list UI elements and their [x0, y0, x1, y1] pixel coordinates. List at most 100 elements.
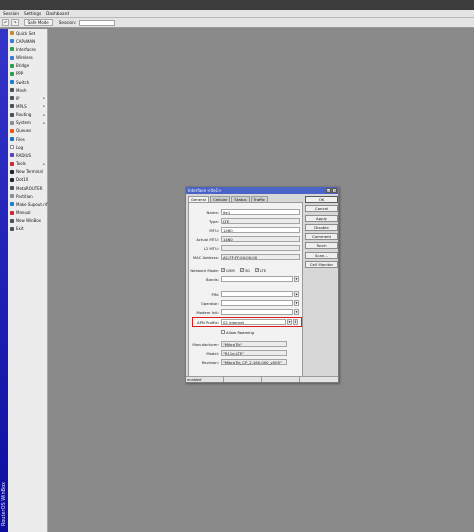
window-title-bar[interactable]: Interface <lte1> ▫ ×: [186, 187, 338, 194]
apn-profile-select[interactable]: 02 internet: [221, 319, 286, 325]
winbox-brand: RouterOS WinBox: [1, 482, 7, 526]
sidebar-item-files[interactable]: Files: [8, 135, 47, 143]
sidebar-item-label: Wireless: [16, 55, 33, 61]
interface-window: Interface <lte1> ▫ × General Cellular St…: [185, 186, 339, 383]
sidebar-item-ip[interactable]: IP ▸: [8, 94, 47, 102]
name-row: Name: lte1: [189, 209, 302, 215]
allow-roaming-row: Allow Roaming: [189, 329, 302, 335]
sidebar-item-wireless[interactable]: Wireless: [8, 53, 47, 61]
minimize-icon[interactable]: ▫: [326, 188, 331, 193]
allow-roaming-label: Allow Roaming: [226, 329, 255, 335]
3g-checkbox[interactable]: ✓ 3G: [239, 267, 250, 273]
radius-icon: [10, 153, 14, 158]
sidebar-item-label: Dot1X: [16, 177, 29, 183]
system-icon: [10, 120, 14, 125]
sidebar-item-manual[interactable]: Manual: [8, 208, 47, 216]
sidebar-item-label: MPLS: [16, 103, 27, 109]
sidebar-item-label: New Terminal: [16, 169, 43, 175]
modem-init-label: Modem Init:: [196, 309, 219, 315]
disable-button[interactable]: Disable: [305, 223, 338, 231]
lte-checkbox[interactable]: ✓ LTE: [255, 268, 266, 273]
cell-monitor-button[interactable]: Cell Monitor: [305, 261, 338, 269]
type-label: Type:: [209, 218, 219, 224]
close-icon[interactable]: ×: [332, 188, 337, 193]
sidebar-item-ppp[interactable]: PPP: [8, 70, 47, 78]
mac-row: MAC Address: AC:FF:FF:00:00:00: [189, 254, 302, 260]
modem-init-dropdown-icon[interactable]: ▾: [294, 309, 299, 315]
comment-button[interactable]: Comment: [305, 233, 338, 241]
menu-settings[interactable]: Settings: [24, 11, 41, 16]
operator-dropdown-icon[interactable]: ▾: [294, 300, 299, 306]
3g-label: 3G: [244, 267, 250, 273]
menu-session[interactable]: Session: [3, 11, 19, 16]
check-icon: ✓: [239, 268, 244, 272]
name-input[interactable]: lte1: [221, 209, 300, 215]
mac-value: AC:FF:FF:00:00:00: [221, 254, 300, 260]
terminal-icon: [10, 169, 14, 174]
sidebar-item-tools[interactable]: Tools ▸: [8, 160, 47, 168]
sidebar-item-switch[interactable]: Switch: [8, 78, 47, 86]
torch-button[interactable]: Torch: [305, 242, 338, 250]
sidebar-item-routing[interactable]: Routing ▸: [8, 111, 47, 119]
menu-dashboard[interactable]: Dashboard: [46, 11, 69, 16]
model-row: Model: "R11e-LTE": [189, 350, 302, 356]
gsm-label: GSM: [226, 267, 235, 273]
operator-input[interactable]: [221, 300, 293, 306]
undo-button[interactable]: ↶: [2, 19, 10, 26]
sidebar-item-radius[interactable]: RADIUS: [8, 151, 47, 159]
actual-mtu-value: 1460: [221, 236, 300, 242]
sidebar-item-mpls[interactable]: MPLS ▸: [8, 102, 47, 110]
mpls-icon: [10, 104, 14, 109]
bands-select[interactable]: [221, 276, 293, 282]
mtu-input[interactable]: 1460: [221, 227, 300, 233]
redo-button[interactable]: ↷: [11, 19, 19, 26]
sidebar-item-partition[interactable]: Partition: [8, 192, 47, 200]
partition-icon: [10, 194, 14, 199]
session-input[interactable]: [79, 19, 116, 26]
bands-row: Bands: ▾: [189, 276, 302, 282]
sidebar-item-dot1x[interactable]: Dot1X: [8, 176, 47, 184]
pin-input[interactable]: [221, 291, 293, 297]
cancel-button[interactable]: Cancel: [305, 205, 338, 213]
operator-label: Operator:: [200, 300, 219, 306]
quick-set-icon: [10, 31, 14, 36]
queues-icon: [10, 128, 14, 133]
apn-profile-updown-icon[interactable]: ⇕: [293, 319, 298, 325]
sidebar-item-bridge[interactable]: Bridge: [8, 62, 47, 70]
pin-dropdown-icon[interactable]: ▴: [294, 291, 299, 297]
submenu-arrow-icon: ▸: [43, 120, 45, 125]
sidebar-item-metarouter[interactable]: MetaROUTER: [8, 184, 47, 192]
check-icon: ✓: [221, 268, 225, 272]
apply-button[interactable]: Apply: [305, 214, 338, 222]
supout-icon: [10, 202, 14, 207]
apn-profile-dropdown-icon[interactable]: ▾: [287, 319, 292, 325]
sidebar-item-make-supout-rif[interactable]: Make Supout.rif: [8, 200, 47, 208]
status-cell-4: [300, 377, 338, 382]
ppp-icon: [10, 71, 14, 76]
safe-mode-button[interactable]: Safe Mode: [23, 19, 53, 26]
sidebar-item-label: Manual: [16, 210, 31, 216]
sidebar-item-new-winbox[interactable]: New WinBox: [8, 217, 47, 225]
network-mode-label: Network Mode:: [190, 267, 219, 273]
modem-init-input[interactable]: [221, 309, 293, 315]
sidebar-item-mesh[interactable]: Mesh: [8, 86, 47, 94]
gsm-checkbox[interactable]: ✓ GSM: [221, 268, 235, 273]
sidebar-item-label: Bridge: [16, 63, 30, 69]
scan-button[interactable]: Scan...: [305, 251, 338, 259]
sidebar-item-capsman[interactable]: CAPsMAN: [8, 37, 47, 45]
sidebar-item-queues[interactable]: Queues: [8, 127, 47, 135]
allow-roaming-checkbox[interactable]: Allow Roaming: [221, 330, 254, 335]
bands-dropdown-icon[interactable]: ▾: [294, 276, 299, 282]
ok-button[interactable]: OK: [305, 196, 338, 203]
sidebar-item-interfaces[interactable]: Interfaces: [8, 45, 47, 53]
sidebar-item-log[interactable]: Log: [8, 143, 47, 151]
apn-profile-label: APN Profile:: [196, 319, 219, 325]
sidebar-item-new-terminal[interactable]: New Terminal: [8, 168, 47, 176]
sidebar-item-system[interactable]: System ▸: [8, 119, 47, 127]
sidebar-item-quick-set[interactable]: Quick Set: [8, 29, 47, 37]
network-mode-row: Network Mode: ✓ GSM ✓ 3G ✓ LTE: [189, 267, 302, 273]
sidebar-item-exit[interactable]: Exit: [8, 225, 47, 233]
sidebar-item-label: RADIUS: [16, 152, 32, 158]
sidebar-item-label: Log: [16, 144, 24, 150]
empty-checkbox-icon: [221, 330, 225, 334]
